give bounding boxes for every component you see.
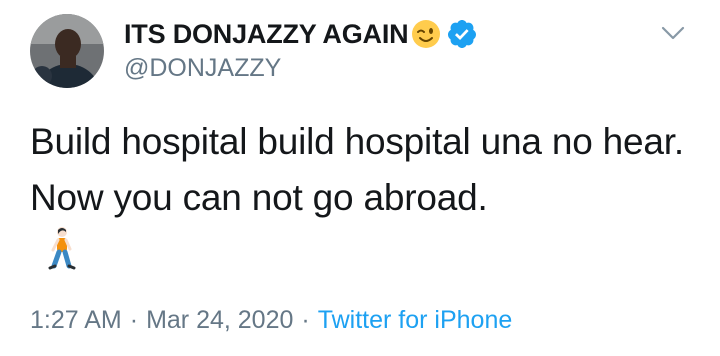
winking-face-icon xyxy=(410,18,442,50)
tweet-meta: 1:27 AM · Mar 24, 2020 · Twitter for iPh… xyxy=(30,306,512,335)
name-row: ITS DONJAZZY AGAIN xyxy=(124,16,478,52)
user-handle[interactable]: @DONJAZZY xyxy=(124,54,281,83)
person-walking-icon xyxy=(44,226,78,270)
tweet-source-link[interactable]: Twitter for iPhone xyxy=(318,306,513,335)
tweet-date[interactable]: Mar 24, 2020 xyxy=(146,306,293,335)
display-name[interactable]: ITS DONJAZZY AGAIN xyxy=(124,19,409,50)
verified-badge-icon xyxy=(446,18,478,50)
tweet-time[interactable]: 1:27 AM xyxy=(30,306,122,335)
tweet-text: Build hospital build hospital una no hea… xyxy=(30,121,684,218)
chevron-down-icon[interactable] xyxy=(658,18,688,48)
separator: · xyxy=(129,306,139,334)
avatar[interactable] xyxy=(30,14,104,88)
separator: · xyxy=(301,306,310,334)
tweet-card: ITS DONJAZZY AGAIN @DONJAZZY Build hospi… xyxy=(0,0,720,356)
